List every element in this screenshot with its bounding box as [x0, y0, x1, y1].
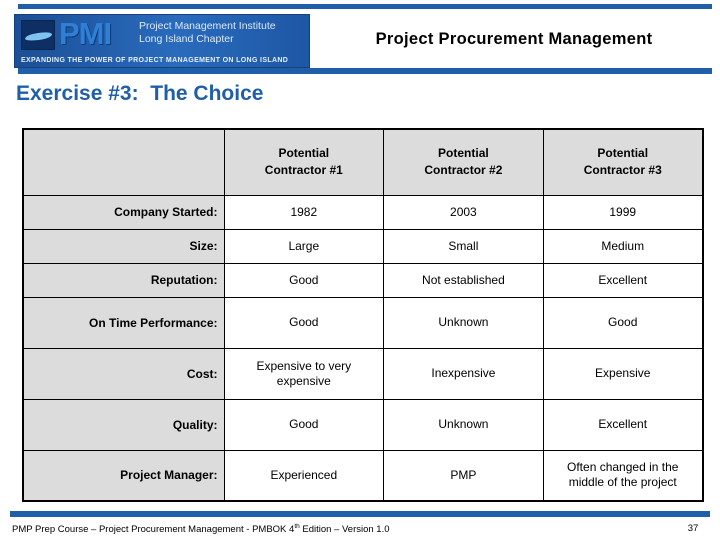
table-cell: 2003 — [383, 194, 544, 230]
contractor-comparison-table-wrapper: Potential Contractor #1 Potential Contra… — [22, 128, 704, 502]
table-header-row: Potential Contractor #1 Potential Contra… — [22, 128, 704, 196]
table-cell: Medium — [542, 228, 704, 264]
table-cell: Good — [223, 296, 385, 349]
table-cell: PMP — [383, 449, 544, 502]
row-label: Company Started: — [22, 194, 225, 230]
top-accent-rule — [18, 4, 712, 9]
pmi-logo-mark: PMI — [59, 16, 112, 51]
table-cell: Unknown — [383, 296, 544, 349]
footer-divider-rule — [10, 511, 710, 517]
column-header-contractor-3: Potential Contractor #3 — [542, 128, 704, 196]
table-cell: Not established — [383, 262, 544, 298]
row-label: Project Manager: — [22, 449, 225, 502]
table-cell: Excellent — [542, 262, 704, 298]
row-label: On Time Performance: — [22, 296, 225, 349]
table-cell: Good — [542, 296, 704, 349]
table-cell: 1999 — [542, 194, 704, 230]
table-row: Cost: Expensive to very expensive Inexpe… — [22, 347, 704, 400]
logo-tagline: EXPANDING THE POWER OF PROJECT MANAGEMEN… — [21, 57, 289, 64]
table-cell: Good — [223, 398, 385, 451]
column-header-line-2: Contractor #1 — [264, 163, 343, 178]
footer-text-tail: Edition – Version 1.0 — [299, 524, 390, 536]
table-cell: Small — [383, 228, 544, 264]
table-cell: Experienced — [223, 449, 385, 502]
table-cell: Excellent — [542, 398, 704, 451]
header-divider-rule — [18, 68, 712, 74]
column-header-contractor-1: Potential Contractor #1 — [223, 128, 385, 196]
row-label: Quality: — [22, 398, 225, 451]
logo-org-lines: Project Management Institute Long Island… — [139, 20, 276, 46]
footer-text-main: PMP Prep Course – Project Procurement Ma… — [12, 524, 295, 536]
table-cell: Large — [223, 228, 385, 264]
column-header-line-1: Potential — [438, 146, 489, 161]
column-header-line-2: Contractor #3 — [583, 163, 662, 178]
table-cell: Often changed in the middle of the proje… — [542, 449, 704, 502]
table-row: Company Started: 1982 2003 1999 — [22, 194, 704, 230]
row-label: Size: — [22, 228, 225, 264]
footer-text: PMP Prep Course – Project Procurement Ma… — [12, 523, 390, 535]
column-header-line-2: Contractor #2 — [424, 163, 503, 178]
row-label: Cost: — [22, 347, 225, 400]
row-label: Reputation: — [22, 262, 225, 298]
table-cell: Expensive to very expensive — [223, 347, 385, 400]
slide-header: PMI Project Management Institute Long Is… — [0, 10, 720, 68]
table-row: On Time Performance: Good Unknown Good — [22, 296, 704, 349]
table-cell: Good — [223, 262, 385, 298]
pmi-long-island-logo: PMI Project Management Institute Long Is… — [14, 14, 310, 68]
slide-heading: Exercise #3: The Choice — [16, 82, 264, 105]
logo-org-line-1: Project Management Institute — [139, 20, 276, 32]
table-cell: 1982 — [223, 194, 385, 230]
table-row: Project Manager: Experienced PMP Often c… — [22, 449, 704, 502]
column-header-line-1: Potential — [278, 146, 330, 161]
table-cell: Unknown — [383, 398, 544, 451]
table-row: Size: Large Small Medium — [22, 228, 704, 264]
page-title: Project Procurement Management — [375, 30, 653, 48]
column-header-line-1: Potential — [597, 146, 649, 161]
table-cell: Inexpensive — [383, 347, 544, 400]
table-cell: Expensive — [542, 347, 704, 400]
column-header-contractor-2: Potential Contractor #2 — [383, 128, 544, 196]
long-island-icon — [21, 20, 55, 50]
contractor-comparison-table: Potential Contractor #1 Potential Contra… — [22, 128, 704, 502]
table-row: Reputation: Good Not established Excelle… — [22, 262, 704, 298]
table-row: Quality: Good Unknown Excellent — [22, 398, 704, 451]
table-corner-cell — [22, 128, 225, 196]
page-number: 37 — [687, 523, 699, 534]
logo-org-line-2: Long Island Chapter — [139, 33, 234, 45]
